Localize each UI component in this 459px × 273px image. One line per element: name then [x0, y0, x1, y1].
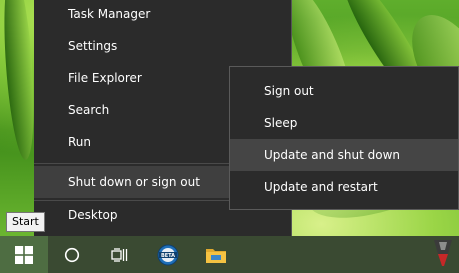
submenu-item-label: Sleep — [264, 116, 298, 130]
menu-item-task-manager[interactable]: Task Manager — [34, 0, 291, 30]
task-view-icon — [111, 247, 128, 262]
menu-item-label: Run — [68, 135, 92, 149]
submenu-item-sign-out[interactable]: Sign out — [230, 75, 458, 107]
file-explorer-icon — [206, 248, 226, 263]
submenu-item-update-and-restart[interactable]: Update and restart — [230, 171, 458, 203]
menu-item-label: Shut down or sign out — [68, 175, 200, 189]
menu-item-label: Task Manager — [68, 7, 151, 21]
start-tooltip: Start — [6, 212, 45, 232]
beta-app-icon: BETA — [157, 244, 179, 265]
menu-item-label: Search — [68, 103, 110, 117]
menu-item-label: Settings — [68, 39, 118, 53]
submenu-item-label: Sign out — [264, 84, 314, 98]
menu-item-label: File Explorer — [68, 71, 142, 85]
grass-blade — [0, 0, 39, 161]
menu-item-label: Desktop — [68, 208, 118, 222]
file-explorer-button[interactable] — [192, 236, 240, 273]
submenu-item-sleep[interactable]: Sleep — [230, 107, 458, 139]
submenu-item-label: Update and restart — [264, 180, 378, 194]
submenu-item-update-and-shut-down[interactable]: Update and shut down — [230, 139, 458, 171]
beta-app-button[interactable]: BETA — [144, 236, 192, 273]
start-button[interactable] — [0, 236, 48, 273]
beta-badge-text: BETA — [161, 253, 175, 259]
submenu-item-label: Update and shut down — [264, 148, 401, 162]
task-view-button[interactable] — [96, 236, 144, 273]
windows-start-icon — [15, 245, 33, 264]
search-button[interactable] — [48, 236, 96, 273]
shutdown-submenu: Sign out Sleep Update and shut down Upda… — [229, 66, 459, 210]
watermark-logo-icon — [434, 240, 452, 266]
search-circle-icon — [64, 247, 80, 262]
menu-item-settings[interactable]: Settings — [34, 30, 291, 62]
